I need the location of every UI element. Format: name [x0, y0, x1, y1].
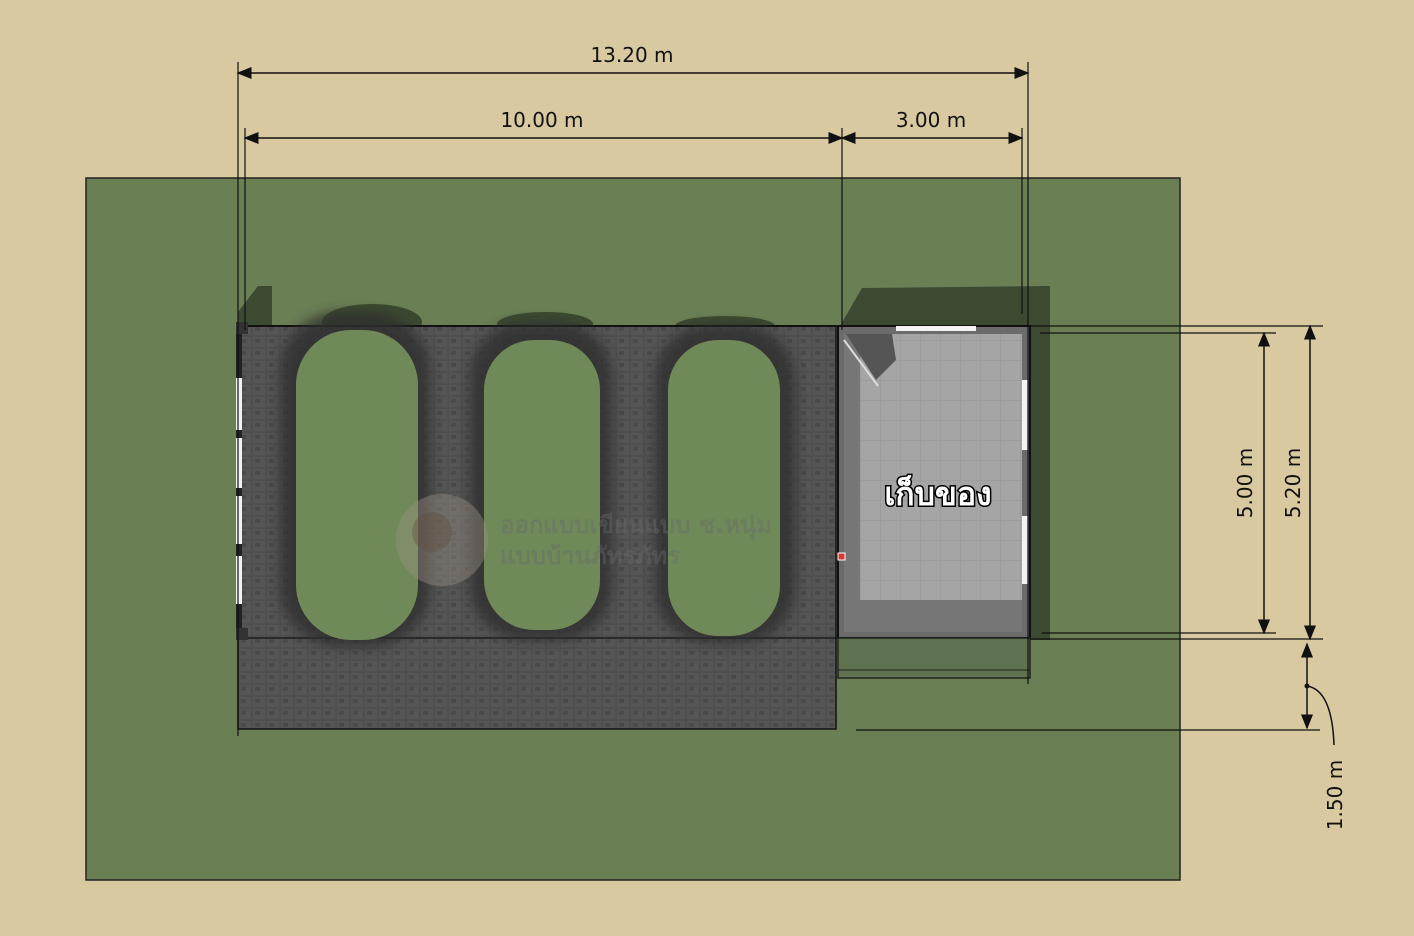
watermark-line1: ออกแบบเขียนแบบ ช.หนุ่ม	[500, 511, 772, 541]
dim-label-storage: 3.00 m	[896, 108, 966, 132]
car	[668, 340, 780, 636]
dim-label-carport: 10.00 m	[500, 108, 583, 132]
dim-label-front: 1.50 m	[1323, 760, 1347, 830]
watermark-avatar-face	[412, 512, 452, 552]
site-plan: เก็บของ ออกแบบเขียนแบบ ช.หนุ่ม แบบบ้านภั…	[85, 43, 1347, 881]
dim-label-depth-outer: 5.20 m	[1281, 448, 1305, 518]
dim-leader	[1306, 685, 1335, 746]
dim-leader-dot	[1304, 683, 1310, 689]
car	[296, 330, 418, 640]
watermark-line2: แบบบ้านภัทรภัทร	[500, 542, 680, 570]
car	[484, 340, 600, 630]
storage-room-label: เก็บของ	[884, 474, 991, 513]
reference-marker	[837, 552, 846, 561]
dim-label-depth-inner: 5.00 m	[1233, 448, 1257, 518]
dim-label-total: 13.20 m	[590, 43, 673, 67]
